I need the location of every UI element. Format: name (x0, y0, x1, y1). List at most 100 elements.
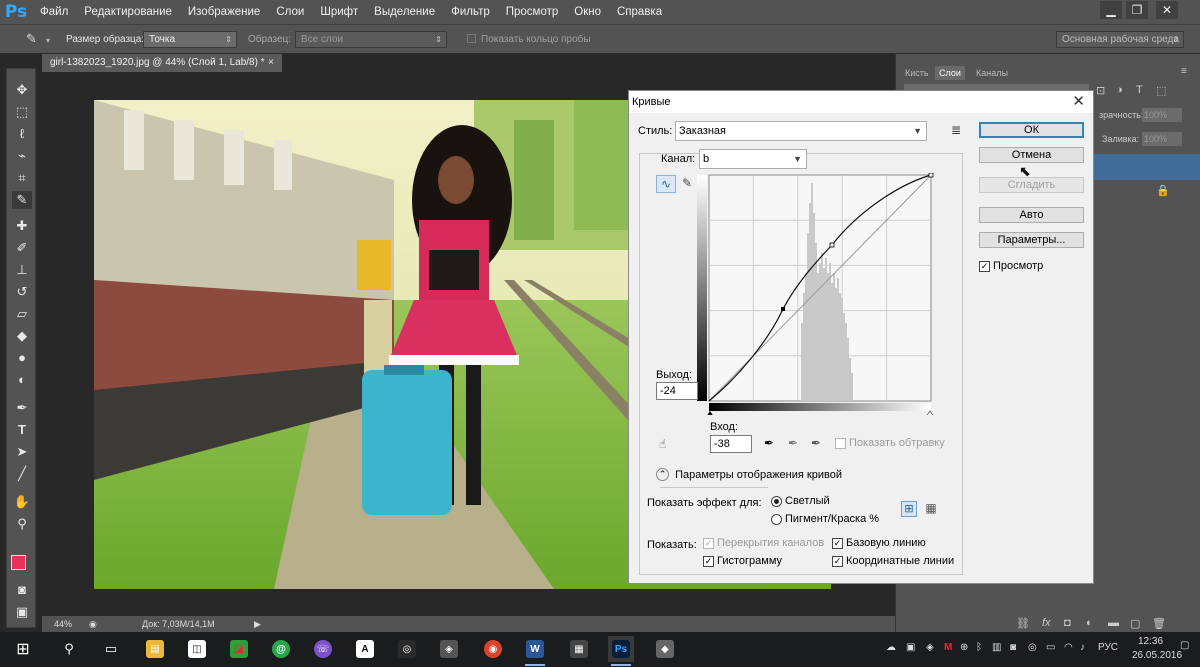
sample-size-select[interactable]: Точка ⇕ (143, 31, 237, 48)
trash-icon[interactable]: 🗑 (1152, 617, 1166, 630)
search-icon[interactable]: ⚲ (56, 636, 82, 662)
tray-icon[interactable]: ▥ (992, 642, 1001, 653)
preview-checkbox[interactable]: ✓ (979, 260, 990, 272)
adjustment-layer-icon[interactable]: ◐ (1086, 617, 1093, 629)
bluetooth-icon[interactable]: ᛒ (976, 642, 982, 653)
curve-graph[interactable] (697, 173, 941, 415)
file-explorer-icon[interactable]: ▤ (142, 636, 168, 662)
smooth-button[interactable]: Сгладить (979, 177, 1084, 193)
calculator-icon[interactable]: ▦ (566, 636, 592, 662)
healing-tool-icon[interactable]: ✚ (12, 217, 32, 235)
fx-icon[interactable]: fx (1042, 617, 1051, 629)
mail-ru-icon[interactable]: M (944, 642, 952, 653)
curve-edit-icon[interactable]: ∿ (656, 175, 676, 193)
zoom-level[interactable]: 44% (54, 616, 72, 632)
histogram-option[interactable]: ✓ Гистограмму (703, 555, 782, 567)
clock-time[interactable]: 12:36 (1138, 636, 1163, 647)
chevron-down-icon[interactable]: ▾ (46, 36, 50, 45)
app-icon-green-red[interactable]: ◪ (226, 636, 252, 662)
photoshop-taskbar-icon[interactable]: Ps (608, 636, 634, 666)
filter-type-icon[interactable]: T (1136, 84, 1143, 96)
curve-display-options-toggle[interactable]: ⌃ Параметры отображения кривой (656, 468, 950, 488)
intersection-line-checkbox[interactable]: ✓ (832, 555, 843, 567)
menu-type[interactable]: Шрифт (312, 0, 366, 24)
black-slider[interactable] (706, 411, 714, 415)
menu-image[interactable]: Изображение (180, 0, 268, 24)
options-button[interactable]: Параметры... (979, 232, 1084, 248)
blur-tool-icon[interactable]: ● (12, 349, 32, 367)
move-tool-icon[interactable]: ✥ (12, 81, 32, 99)
channel-overlays-checkbox[interactable]: ✓ (703, 537, 714, 549)
light-radio[interactable] (771, 495, 782, 507)
menu-file[interactable]: Файл (32, 0, 76, 24)
menu-window[interactable]: Окно (566, 0, 609, 24)
histogram-checkbox[interactable]: ✓ (703, 555, 714, 567)
workspace-select[interactable]: Основная рабочая среда ⇕ (1056, 31, 1184, 48)
menu-select[interactable]: Выделение (366, 0, 443, 24)
app-icon[interactable]: ◈ (436, 636, 462, 662)
task-view-icon[interactable]: ▭ (98, 636, 124, 662)
clock-date[interactable]: 26.05.2016 (1132, 650, 1182, 661)
style-select[interactable]: Заказная ▼ (675, 121, 927, 141)
cancel-button[interactable]: Отмена (979, 147, 1084, 163)
tray-icon[interactable]: ▣ (906, 642, 915, 653)
control-point-endpoint[interactable] (928, 173, 934, 178)
input-field[interactable]: -38 (710, 435, 752, 453)
volume-icon[interactable]: ♪ (1080, 642, 1085, 653)
dodge-tool-icon[interactable]: ◐ (12, 371, 32, 389)
menu-help[interactable]: Справка (609, 0, 670, 24)
white-eyedropper-icon[interactable]: ✒ (811, 436, 821, 450)
channel-overlays-option[interactable]: ✓ Перекрытия каналов (703, 537, 824, 549)
filter-shape-icon[interactable]: ⬚ (1156, 84, 1166, 97)
app-icon-last[interactable]: ◆ (652, 636, 678, 662)
tray-icon[interactable]: ◈ (926, 642, 934, 653)
close-app-button[interactable]: ✕ (1156, 1, 1178, 19)
stamp-tool-icon[interactable]: ⊥ (12, 261, 32, 279)
fill-input[interactable]: 100% (1142, 132, 1182, 146)
quick-mask-icon[interactable]: ◙ (12, 581, 32, 599)
crop-tool-icon[interactable]: ⌗ (12, 169, 32, 187)
store-icon[interactable]: ◫ (184, 636, 210, 662)
notifications-icon[interactable]: ▢ (1180, 640, 1189, 651)
tab-layers[interactable]: Слои (935, 66, 965, 80)
ok-button[interactable]: ОК (979, 122, 1084, 138)
close-icon[interactable]: ✕ (1072, 91, 1085, 113)
network-icon[interactable]: ◠ (1064, 642, 1073, 653)
eraser-tool-icon[interactable]: ▱ (12, 305, 32, 323)
white-slider[interactable] (926, 410, 934, 415)
tray-icon[interactable]: ◙ (1010, 642, 1016, 653)
menu-layer[interactable]: Слои (268, 0, 312, 24)
preview-option[interactable]: ✓ Просмотр (979, 260, 1043, 272)
font-app-icon[interactable]: A (352, 636, 378, 662)
menu-edit[interactable]: Редактирование (76, 0, 180, 24)
channel-select[interactable]: b ▼ (699, 149, 807, 169)
battery-icon[interactable]: ▭ (1046, 642, 1055, 653)
foreground-color-swatch[interactable] (11, 555, 26, 570)
light-option[interactable]: Светлый (771, 495, 830, 507)
preset-menu-icon[interactable]: ≣ (951, 123, 961, 137)
chrome-icon[interactable]: ◉ (480, 636, 506, 662)
baseline-checkbox[interactable]: ✓ (832, 537, 843, 549)
menu-filter[interactable]: Фильтр (443, 0, 498, 24)
path-select-icon[interactable]: ➤ (12, 443, 32, 461)
viber-icon[interactable]: ☏ (310, 636, 336, 662)
history-brush-icon[interactable]: ↺ (12, 283, 32, 301)
menu-view[interactable]: Просмотр (498, 0, 567, 24)
auto-button[interactable]: Авто (979, 207, 1084, 223)
tray-icon[interactable]: ◎ (1028, 642, 1037, 653)
add-mask-icon[interactable]: ◘ (1064, 617, 1071, 629)
gray-eyedropper-icon[interactable]: ✒ (788, 436, 798, 450)
pencil-icon[interactable]: ✎ (682, 176, 692, 190)
eyedropper-icon[interactable]: ✎ (26, 31, 37, 47)
marquee-tool-icon[interactable]: ⬚ (12, 103, 32, 121)
line-tool-icon[interactable]: ╱ (12, 465, 32, 483)
zoom-tool-icon[interactable]: ⚲ (12, 515, 32, 533)
link-layers-icon[interactable]: ⛓ (1016, 617, 1030, 630)
show-clipping-option[interactable]: Показать обтравку (835, 437, 945, 449)
sample-ring-checkbox[interactable] (467, 34, 476, 43)
paint-bucket-icon[interactable]: ◆ (12, 327, 32, 345)
restore-button[interactable]: ❐ (1126, 1, 1148, 19)
grid-4x4-icon[interactable]: ⊞ (901, 501, 917, 517)
lasso-tool-icon[interactable]: ℓ (12, 125, 32, 143)
hand-tool-icon[interactable]: ✋ (12, 493, 32, 511)
